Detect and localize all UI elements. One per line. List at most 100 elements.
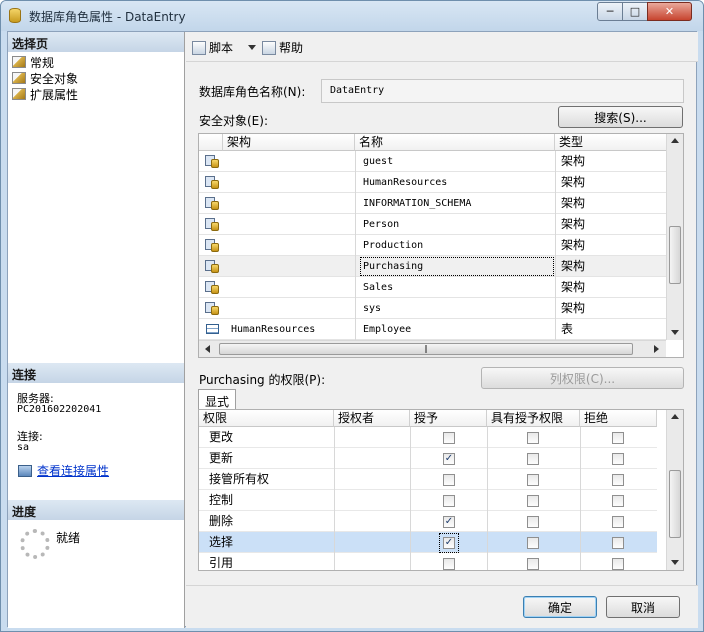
schema-icon bbox=[205, 239, 219, 252]
type-cell: 架构 bbox=[561, 280, 586, 294]
deny-checkbox[interactable] bbox=[612, 537, 624, 549]
grant-checkbox[interactable] bbox=[443, 558, 455, 570]
permission-row[interactable]: 接管所有权 bbox=[199, 469, 657, 490]
with-grant-checkbox[interactable] bbox=[527, 516, 539, 528]
permission-row[interactable]: 引用 bbox=[199, 553, 657, 570]
permission-row[interactable]: 更新 ✓ bbox=[199, 448, 657, 469]
name-cell: Employee bbox=[363, 324, 412, 335]
grid-icon-column-header bbox=[199, 134, 223, 151]
with-grant-checkbox[interactable] bbox=[527, 495, 539, 507]
connection-value: sa bbox=[17, 442, 30, 453]
column-header-deny[interactable]: 拒绝 bbox=[580, 410, 657, 427]
page-icon bbox=[12, 72, 26, 84]
deny-checkbox[interactable] bbox=[612, 516, 624, 528]
page-item-extended-properties[interactable]: 扩展属性 bbox=[12, 86, 78, 102]
deny-checkbox[interactable] bbox=[612, 474, 624, 486]
role-name-label: 数据库角色名称(N): bbox=[199, 85, 306, 99]
column-header-grantor[interactable]: 授权者 bbox=[334, 410, 410, 427]
name-cell: HumanResources bbox=[363, 177, 448, 188]
script-button[interactable]: 脚本 bbox=[192, 39, 233, 56]
column-header-grant[interactable]: 授予 bbox=[410, 410, 487, 427]
type-cell: 架构 bbox=[561, 238, 586, 252]
column-header-name[interactable]: 名称 bbox=[355, 134, 555, 151]
page-item-general[interactable]: 常规 bbox=[12, 54, 54, 70]
scroll-left-icon[interactable] bbox=[205, 345, 210, 353]
table-row[interactable]: HumanResources Employee 表 bbox=[199, 319, 666, 340]
securables-horizontal-scrollbar[interactable]: ‖ bbox=[199, 340, 666, 357]
table-row[interactable]: Sales 架构 bbox=[199, 277, 666, 298]
securables-grid[interactable]: 架构 名称 类型 guest 架构 HumanResources 架构 INFORMAT… bbox=[198, 133, 684, 358]
deny-checkbox[interactable] bbox=[612, 432, 624, 444]
securables-vertical-scrollbar[interactable] bbox=[666, 134, 683, 340]
column-permissions-button[interactable]: 列权限(C)... bbox=[481, 367, 684, 389]
grantor-cell bbox=[338, 553, 410, 570]
close-button[interactable]: ✕ bbox=[647, 2, 692, 21]
view-connection-link[interactable]: 查看连接属性 bbox=[37, 462, 109, 479]
tab-explicit[interactable]: 显式 bbox=[198, 389, 237, 411]
grant-checkbox[interactable] bbox=[443, 474, 455, 486]
table-row[interactable]: INFORMATION_SCHEMA 架构 bbox=[199, 193, 666, 214]
with-grant-checkbox[interactable] bbox=[527, 474, 539, 486]
column-header-type[interactable]: 类型 bbox=[555, 134, 667, 151]
with-grant-checkbox[interactable] bbox=[527, 432, 539, 444]
ok-button[interactable]: 确定 bbox=[523, 596, 597, 618]
table-row[interactable]: Production 架构 bbox=[199, 235, 666, 256]
table-row[interactable]: Purchasing 架构 bbox=[199, 256, 666, 277]
scroll-thumb[interactable]: ‖ bbox=[219, 343, 633, 355]
grant-checkbox[interactable] bbox=[443, 495, 455, 507]
search-button[interactable]: 搜索(S)... bbox=[558, 106, 683, 128]
permission-name: 删除 bbox=[209, 514, 234, 528]
permission-row[interactable]: 更改 bbox=[199, 427, 657, 448]
name-cell: Sales bbox=[363, 282, 394, 293]
with-grant-checkbox[interactable] bbox=[527, 537, 539, 549]
table-icon bbox=[206, 324, 219, 334]
deny-checkbox[interactable] bbox=[612, 495, 624, 507]
table-row[interactable]: Person 架构 bbox=[199, 214, 666, 235]
permission-row[interactable]: 删除 ✓ bbox=[199, 511, 657, 532]
table-row[interactable]: sys 架构 bbox=[199, 298, 666, 319]
scroll-right-icon[interactable] bbox=[654, 345, 659, 353]
column-header-with-grant[interactable]: 具有授予权限 bbox=[487, 410, 580, 427]
grant-checkbox[interactable]: ✓ bbox=[439, 533, 459, 553]
schema-icon bbox=[205, 176, 219, 189]
column-header-permission[interactable]: 权限 bbox=[199, 410, 334, 427]
table-row[interactable]: HumanResources 架构 bbox=[199, 172, 666, 193]
cancel-button[interactable]: 取消 bbox=[606, 596, 680, 618]
view-connection-properties[interactable]: 查看连接属性 bbox=[18, 462, 109, 479]
deny-checkbox[interactable] bbox=[612, 453, 624, 465]
database-icon bbox=[9, 8, 21, 23]
minimize-button[interactable]: ─ bbox=[597, 2, 623, 21]
permission-name: 控制 bbox=[209, 493, 234, 507]
select-page-header: 选择页 bbox=[8, 32, 184, 52]
help-button[interactable]: 帮助 bbox=[262, 39, 303, 56]
column-header-schema[interactable]: 架构 bbox=[223, 134, 355, 151]
grant-checkbox[interactable] bbox=[443, 432, 455, 444]
permissions-vertical-scrollbar[interactable] bbox=[666, 410, 683, 570]
role-name-field[interactable]: DataEntry bbox=[321, 79, 684, 103]
maximize-button[interactable]: □ bbox=[622, 2, 648, 21]
schema-cell: HumanResources bbox=[231, 324, 316, 335]
permission-row[interactable]: 选择 ✓ bbox=[199, 532, 657, 553]
grantor-cell bbox=[338, 427, 410, 448]
scroll-up-icon[interactable] bbox=[671, 414, 679, 419]
chevron-down-icon[interactable] bbox=[248, 45, 256, 50]
table-row[interactable]: guest 架构 bbox=[199, 151, 666, 172]
with-grant-checkbox[interactable] bbox=[527, 558, 539, 570]
scroll-thumb[interactable] bbox=[669, 226, 681, 284]
permissions-label: Purchasing 的权限(P): bbox=[199, 373, 326, 387]
grant-checkbox[interactable]: ✓ bbox=[443, 453, 455, 465]
page-item-securables[interactable]: 安全对象 bbox=[12, 70, 78, 86]
title-bar[interactable]: 数据库角色属性 - DataEntry ─ □ ✕ bbox=[1, 1, 703, 31]
page-item-label: 扩展属性 bbox=[30, 87, 79, 102]
scroll-down-icon[interactable] bbox=[671, 330, 679, 335]
permission-row[interactable]: 控制 bbox=[199, 490, 657, 511]
with-grant-checkbox[interactable] bbox=[527, 453, 539, 465]
scroll-up-icon[interactable] bbox=[671, 138, 679, 143]
scroll-down-icon[interactable] bbox=[671, 560, 679, 565]
schema-cell bbox=[227, 235, 355, 256]
grant-checkbox[interactable]: ✓ bbox=[443, 516, 455, 528]
connection-header: 连接 bbox=[8, 363, 184, 383]
permissions-grid[interactable]: 权限 授权者 授予 具有授予权限 拒绝 更改 更新 ✓ 接管所有权 控制 删除 ✓ 选择 ✓ 引用 bbox=[198, 409, 684, 571]
scroll-thumb[interactable] bbox=[669, 470, 681, 538]
deny-checkbox[interactable] bbox=[612, 558, 624, 570]
